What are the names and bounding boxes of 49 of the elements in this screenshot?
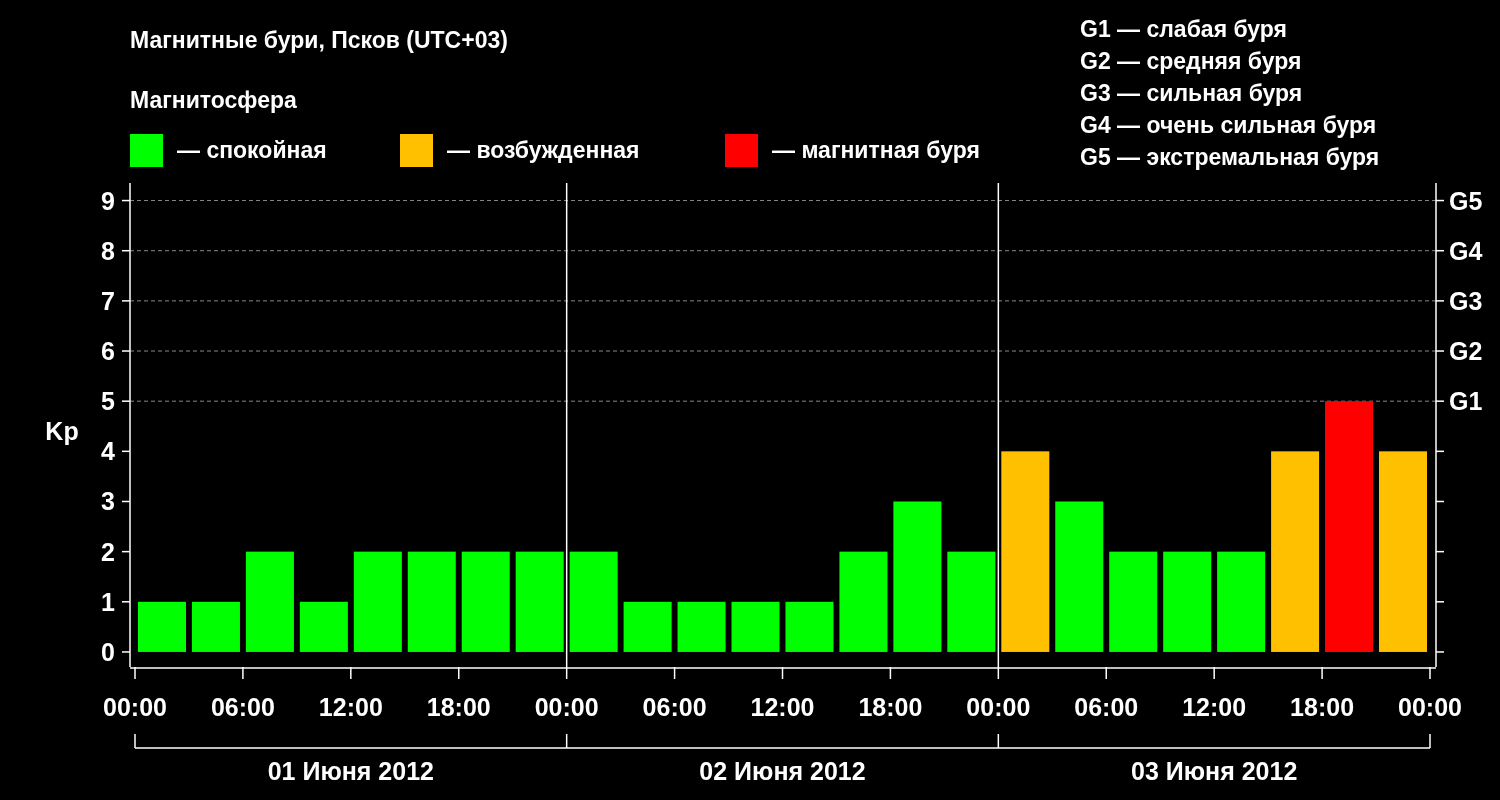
legend-title: Магнитосфера xyxy=(130,87,297,113)
storm-scale-item: G3 — сильная буря xyxy=(1080,80,1303,106)
x-tick-label: 00:00 xyxy=(534,693,599,721)
x-tick-label: 18:00 xyxy=(858,693,923,721)
x-tick-label: 12:00 xyxy=(1182,693,1247,721)
x-tick-label: 12:00 xyxy=(750,693,815,721)
y-tick-label: 1 xyxy=(101,587,115,616)
chart-title: Магнитные бури, Псков (UTC+03) xyxy=(130,27,508,53)
y-tick-label: 2 xyxy=(101,537,115,566)
storm-level-label: G1 xyxy=(1449,387,1483,416)
kp-bar xyxy=(785,601,834,652)
kp-bar xyxy=(677,601,726,652)
kp-bar xyxy=(623,601,672,652)
date-label: 01 Июня 2012 xyxy=(267,757,434,785)
x-tick-label: 12:00 xyxy=(318,693,383,721)
x-tick-label: 06:00 xyxy=(210,693,275,721)
x-tick-label: 18:00 xyxy=(426,693,491,721)
storm-scale-item: G1 — слабая буря xyxy=(1080,16,1288,42)
date-label: 03 Июня 2012 xyxy=(1131,757,1298,785)
x-tick-label: 00:00 xyxy=(966,693,1031,721)
x-tick-label: 06:00 xyxy=(642,693,707,721)
kp-bar xyxy=(299,601,348,652)
x-tick-label: 18:00 xyxy=(1290,693,1355,721)
storm-level-label: G3 xyxy=(1449,286,1483,315)
y-tick-label: 9 xyxy=(101,186,115,215)
x-tick-label: 00:00 xyxy=(103,693,167,721)
legend-label: — спокойная xyxy=(177,137,327,163)
y-tick-label: 0 xyxy=(101,637,115,666)
y-tick-label: 6 xyxy=(101,337,115,365)
legend-label: — магнитная буря xyxy=(772,137,980,163)
y-tick-label: 4 xyxy=(101,437,115,466)
y-tick-label: 8 xyxy=(101,236,115,265)
storm-scale-item: G4 — очень сильная буря xyxy=(1080,112,1377,138)
y-axis-title: Kp xyxy=(45,417,79,445)
storm-scale-item: G5 — экстремальная буря xyxy=(1080,144,1380,170)
kp-bar xyxy=(191,601,240,652)
kp-bar xyxy=(137,601,186,652)
storm-level-label: G2 xyxy=(1449,337,1483,365)
storm-level-label: G4 xyxy=(1449,236,1483,265)
y-tick-label: 5 xyxy=(101,387,115,416)
y-tick-label: 7 xyxy=(101,286,115,315)
date-label: 02 Июня 2012 xyxy=(699,757,866,785)
kp-bar xyxy=(731,601,780,652)
y-tick-label: 3 xyxy=(101,487,115,516)
legend-label: — возбужденная xyxy=(447,137,640,163)
storm-scale-item: G2 — средняя буря xyxy=(1080,48,1302,74)
x-tick-label: 06:00 xyxy=(1074,693,1139,721)
storm-level-label: G5 xyxy=(1449,186,1483,215)
x-tick-label: 00:00 xyxy=(1398,693,1462,721)
